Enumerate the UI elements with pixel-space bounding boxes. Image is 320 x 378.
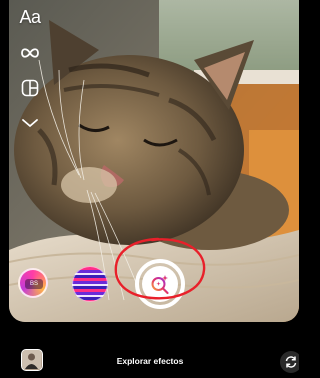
text-tool-button[interactable]: Aa [14,4,46,30]
camera-screen: Aa BS Explorar efectos [0,0,299,378]
gallery-person-image [22,350,41,369]
sparkle-search-icon [151,275,169,295]
text-icon: Aa [19,7,41,27]
effect-thumbnail-2[interactable] [72,266,108,302]
gallery-thumbnail-icon[interactable] [21,349,43,371]
search-effects-button[interactable] [135,259,185,309]
effect-badge: BS [25,279,43,289]
shutter-inner [142,266,178,302]
boomerang-tool-button[interactable] [14,40,46,66]
layout-tool-button[interactable] [14,75,46,101]
effect-thumbnail-1[interactable]: BS [18,268,48,298]
more-tools-button[interactable] [14,110,46,136]
layout-icon [21,79,39,97]
camera-flip-button[interactable] [280,351,299,373]
infinity-icon [21,48,39,58]
explore-effects-label[interactable]: Explorar efectos [100,356,200,366]
camera-flip-icon [285,356,297,368]
chevron-down-icon [22,119,38,128]
